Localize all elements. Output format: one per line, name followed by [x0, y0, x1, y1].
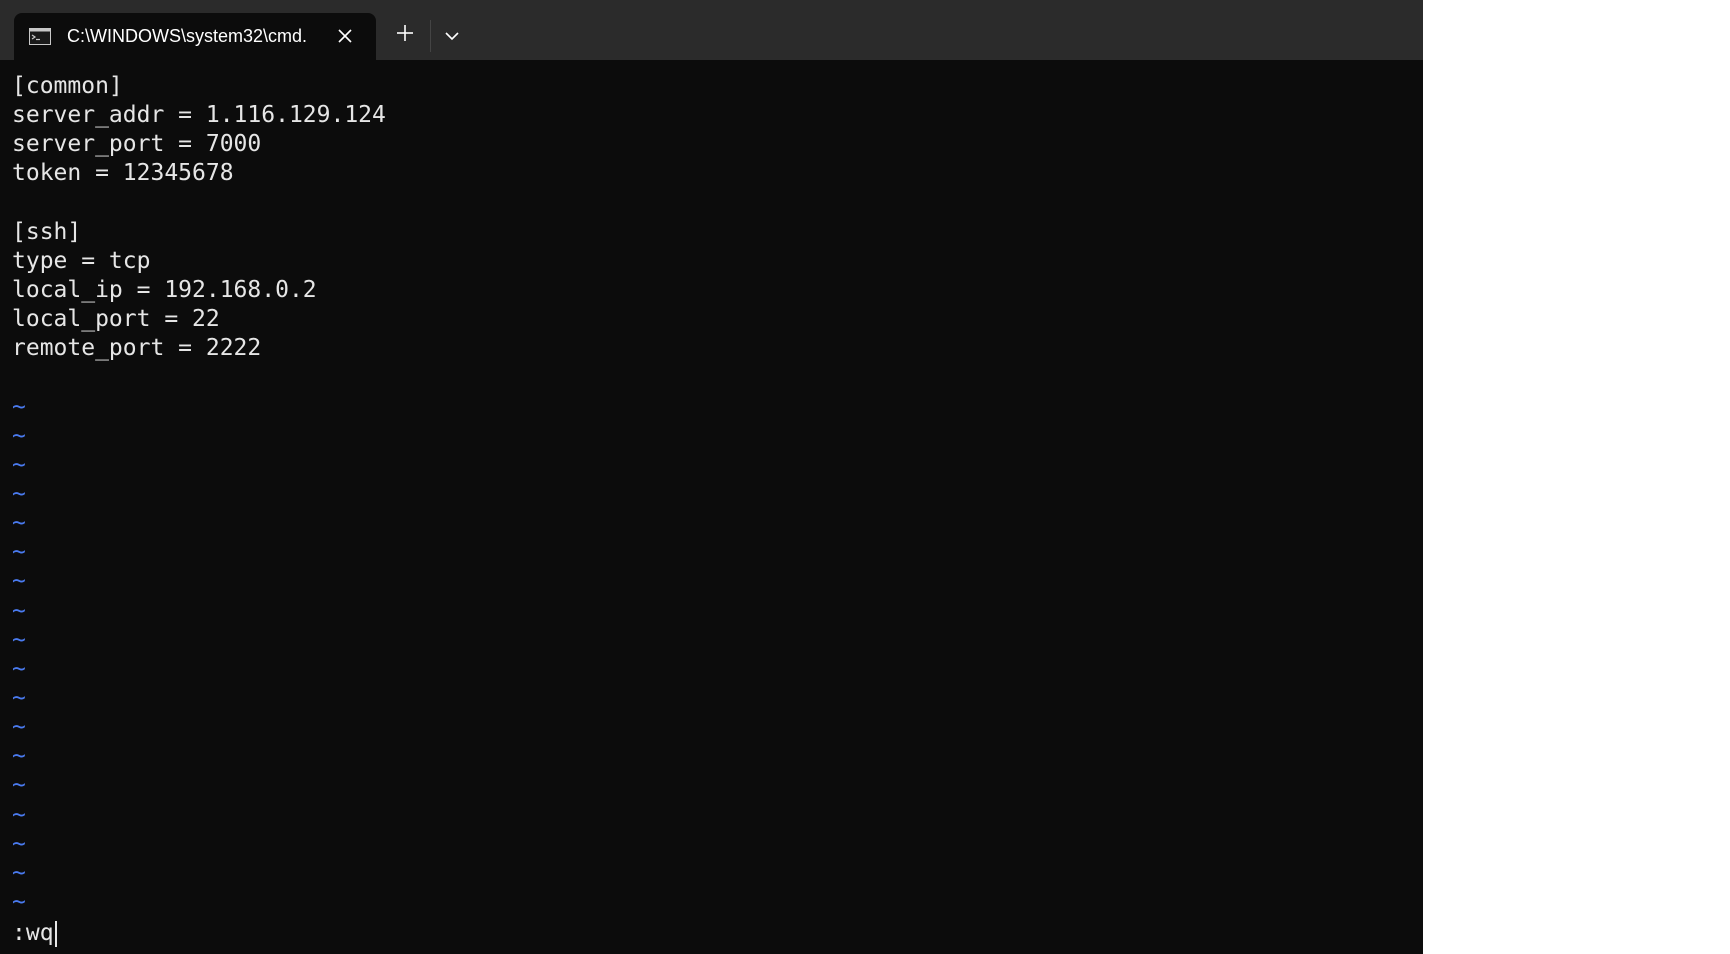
buffer-line: local_ip = 192.168.0.2	[12, 276, 317, 303]
buffer-line: [common]	[12, 73, 123, 99]
empty-line-marker: ~	[12, 655, 26, 682]
tab-title: C:\WINDOWS\system32\cmd.	[67, 26, 308, 46]
chevron-down-icon[interactable]	[440, 24, 464, 48]
empty-line-marker: ~	[12, 539, 26, 566]
empty-line-marker: ~	[12, 597, 26, 624]
buffer-line: server_port = 7000	[12, 131, 262, 158]
empty-line-marker: ~	[12, 743, 26, 770]
empty-line-marker: ~	[12, 451, 26, 478]
command-line[interactable]: :wq	[12, 918, 57, 948]
empty-line-marker: ~	[12, 480, 26, 507]
tab-cmd[interactable]: C:\WINDOWS\system32\cmd.	[14, 13, 376, 60]
buffer-line	[12, 189, 1412, 218]
plus-icon[interactable]	[392, 20, 418, 46]
title-bar: C:\WINDOWS\system32\cmd.	[0, 0, 1423, 60]
buffer-line	[12, 363, 1412, 392]
editor-buffer[interactable]: [common] server_addr = 1.116.129.124 ser…	[12, 72, 1412, 917]
empty-line-marker: ~	[12, 422, 26, 449]
empty-line-marker: ~	[12, 684, 26, 711]
buffer-line: server_addr = 1.116.129.124	[12, 102, 386, 129]
empty-line-marker: ~	[12, 393, 26, 420]
empty-line-marker: ~	[12, 859, 26, 886]
buffer-line: remote_port = 2222	[12, 335, 262, 362]
empty-line-marker: ~	[12, 772, 26, 799]
text-cursor	[54, 920, 57, 947]
empty-line-marker: ~	[12, 568, 26, 595]
empty-line-marker: ~	[12, 714, 26, 741]
empty-line-marker: ~	[12, 830, 26, 857]
buffer-line: [ssh]	[12, 218, 82, 245]
buffer-line: token = 12345678	[12, 160, 234, 187]
tab-divider	[430, 20, 431, 52]
close-icon[interactable]	[334, 25, 356, 47]
terminal-window: C:\WINDOWS\system32\cmd. [common] server…	[0, 0, 1423, 954]
terminal-icon	[29, 28, 51, 45]
empty-line-marker: ~	[12, 510, 26, 537]
empty-line-marker: ~	[12, 801, 26, 828]
empty-line-marker: ~	[12, 888, 26, 915]
command-text: :wq	[12, 920, 54, 946]
buffer-line: local_port = 22	[12, 306, 220, 333]
buffer-line: type = tcp	[12, 247, 151, 274]
empty-line-marker: ~	[12, 626, 26, 653]
